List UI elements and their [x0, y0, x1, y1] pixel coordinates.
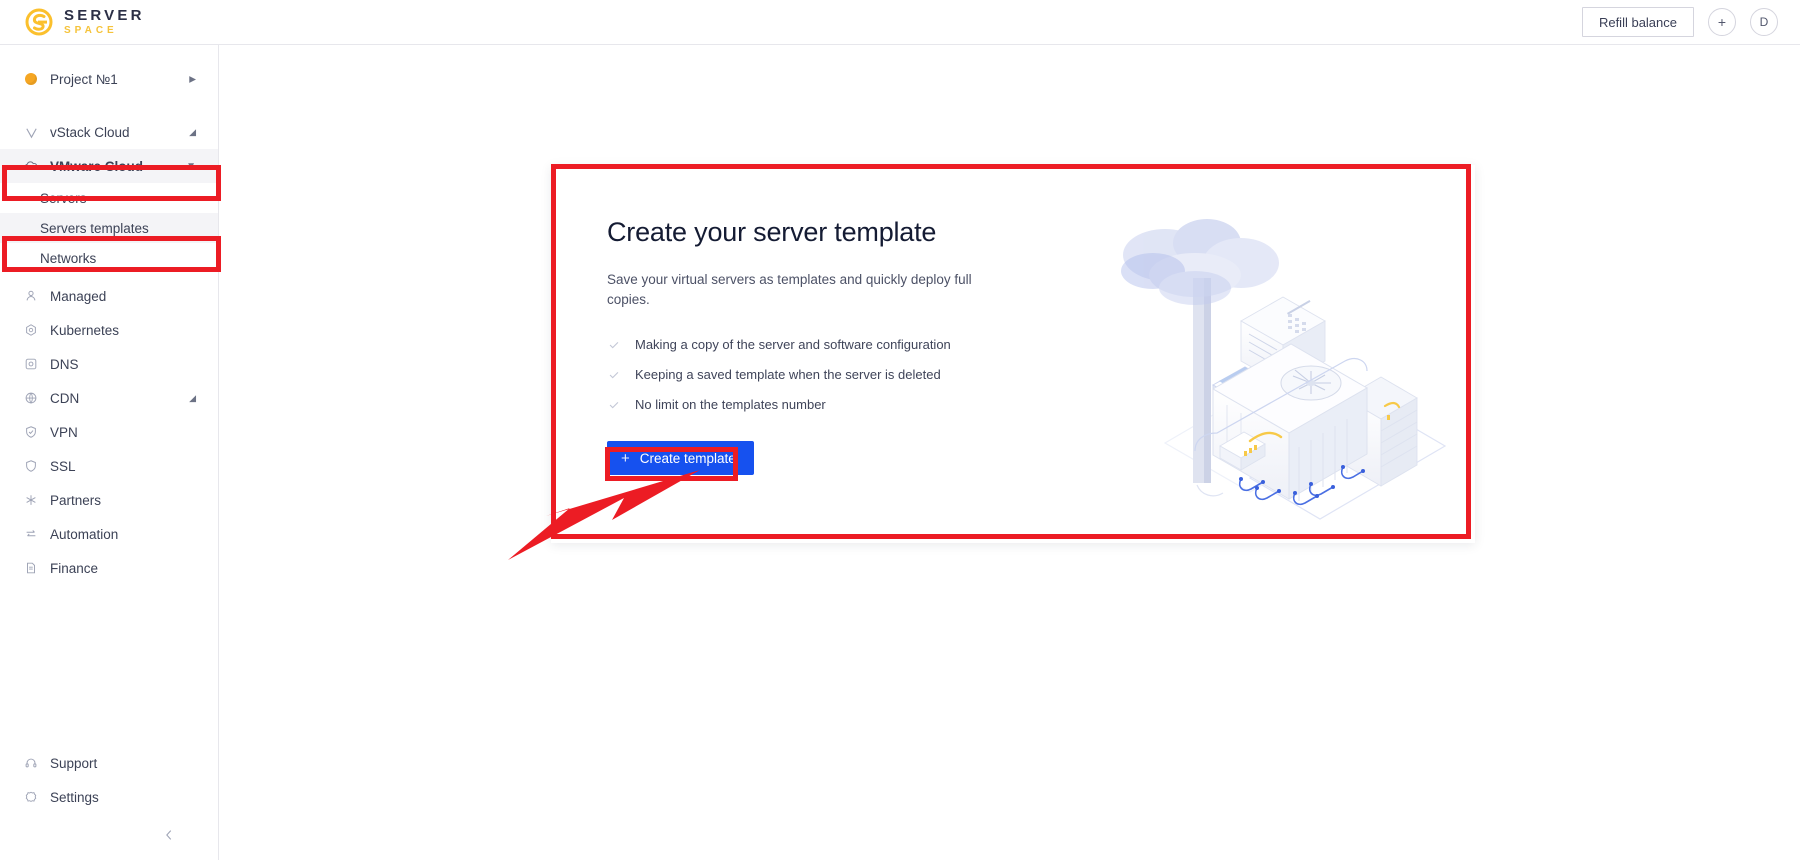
benefit-label-2: Keeping a saved template when the server… — [635, 367, 941, 383]
sidebar-item-label-vpn: VPN — [50, 424, 78, 440]
sidebar-collapse-button[interactable] — [0, 814, 218, 860]
dns-icon — [22, 357, 40, 371]
card-subtitle: Save your virtual servers as templates a… — [607, 272, 972, 307]
managed-user-icon — [22, 289, 40, 303]
refill-balance-button[interactable]: Refill balance — [1581, 7, 1694, 37]
sidebar-item-label-project: Project №1 — [50, 71, 118, 87]
sidebar-item-label-support: Support — [50, 755, 98, 771]
sidebar-item-label-automation: Automation — [50, 526, 119, 542]
sidebar-item-managed[interactable]: Managed — [0, 279, 218, 313]
sidebar-item-settings[interactable]: Settings — [0, 780, 218, 814]
check-icon — [607, 338, 623, 352]
sidebar-item-vstack-cloud[interactable]: vStack Cloud ◢ — [0, 115, 218, 149]
sidebar-item-support[interactable]: Support — [0, 746, 218, 780]
automation-arrows-icon — [22, 527, 40, 541]
vstack-icon — [22, 125, 40, 140]
sidebar-item-finance[interactable]: Finance — [0, 551, 218, 585]
sidebar-item-label-servers-templates: Servers templates — [40, 220, 149, 236]
check-icon — [607, 368, 623, 382]
card-text-column: Create your server template Save your vi… — [551, 165, 1021, 476]
avatar[interactable]: D — [1750, 8, 1778, 36]
list-item: Making a copy of the server and software… — [607, 337, 1021, 352]
sidebar-item-kubernetes[interactable]: Kubernetes — [0, 313, 218, 347]
ssl-shield-icon — [22, 459, 40, 473]
top-bar: SERVER SPACE Refill balance + D — [0, 0, 1800, 45]
finance-doc-icon — [22, 561, 40, 575]
topbar-actions: Refill balance + D — [1581, 7, 1778, 37]
partners-icon — [22, 493, 40, 507]
brand-wordmark: SERVER SPACE — [64, 8, 145, 36]
cdn-globe-icon — [22, 391, 40, 405]
sidebar-item-label-vmware: VMware Cloud — [50, 158, 144, 174]
chevron-right-icon[interactable]: ▸ — [189, 71, 196, 87]
collapse-triangle-icon-vstack[interactable]: ◢ — [189, 127, 196, 138]
sidebar-item-ssl[interactable]: SSL — [0, 449, 218, 483]
sidebar-item-networks[interactable]: Networks — [0, 243, 218, 273]
list-item: Keeping a saved template when the server… — [607, 367, 1021, 382]
serverspace-s-logo-icon — [24, 7, 54, 37]
sidebar-item-label-cdn: CDN — [50, 390, 80, 406]
check-icon — [607, 398, 623, 412]
benefits-list: Making a copy of the server and software… — [607, 337, 1021, 412]
sidebar-item-servers[interactable]: Servers — [0, 183, 218, 213]
headset-icon — [22, 756, 40, 770]
gear-icon — [22, 790, 40, 804]
sidebar: Project №1 ▸ vStack Cloud ◢ VMware Cloud… — [0, 45, 219, 860]
logo-text-space: SPACE — [64, 25, 118, 36]
sidebar-item-partners[interactable]: Partners — [0, 483, 218, 517]
sidebar-item-label-managed: Managed — [50, 288, 107, 304]
add-button[interactable]: + — [1708, 8, 1736, 36]
sidebar-item-label-servers: Servers — [40, 190, 87, 206]
sidebar-item-label-partners: Partners — [50, 492, 102, 508]
sidebar-item-cdn[interactable]: CDN ◢ — [0, 381, 218, 415]
sidebar-item-dns[interactable]: DNS — [0, 347, 218, 381]
sidebar-item-vmware-cloud[interactable]: VMware Cloud ▼ — [0, 149, 218, 183]
kubernetes-icon — [22, 323, 40, 337]
create-template-button-label: Create template — [639, 450, 736, 466]
sidebar-item-label-kubernetes: Kubernetes — [50, 322, 120, 338]
chevron-left-icon — [162, 828, 176, 847]
sidebar-item-label-dns: DNS — [50, 356, 79, 372]
project-dot-icon — [22, 73, 40, 85]
sidebar-item-project[interactable]: Project №1 ▸ — [0, 61, 218, 97]
create-template-button[interactable]: + Create template — [607, 441, 754, 476]
logo-text-server: SERVER — [64, 7, 145, 24]
create-template-card: Create your server template Save your vi… — [551, 165, 1475, 543]
chevron-down-icon-vmware[interactable]: ▼ — [186, 161, 196, 172]
sidebar-item-vpn[interactable]: VPN — [0, 415, 218, 449]
vpn-shield-check-icon — [22, 425, 40, 439]
brand-logo[interactable]: SERVER SPACE — [24, 7, 145, 37]
sidebar-item-label-finance: Finance — [50, 560, 99, 576]
sidebar-item-automation[interactable]: Automation — [0, 517, 218, 551]
isometric-cloud-datacenter-illustration — [1045, 193, 1465, 523]
benefit-label-1: Making a copy of the server and software… — [635, 337, 951, 353]
page-title: Create your server template — [607, 217, 937, 247]
sidebar-item-label-vstack: vStack Cloud — [50, 124, 130, 140]
cloud-icon — [22, 158, 40, 174]
benefit-label-3: No limit on the templates number — [635, 397, 826, 413]
sidebar-item-servers-templates[interactable]: Servers templates — [0, 213, 218, 243]
sidebar-item-label-settings: Settings — [50, 789, 99, 805]
sidebar-footer: Support Settings — [0, 746, 218, 860]
app-root: SERVER SPACE Refill balance + D Project … — [0, 0, 1800, 860]
collapse-triangle-icon-cdn[interactable]: ◢ — [189, 393, 196, 404]
plus-icon: + — [621, 449, 630, 467]
sidebar-item-label-networks: Networks — [40, 250, 97, 266]
list-item: No limit on the templates number — [607, 397, 1021, 412]
sidebar-item-label-ssl: SSL — [50, 458, 76, 474]
main-content: Create your server template Save your vi… — [219, 45, 1800, 860]
